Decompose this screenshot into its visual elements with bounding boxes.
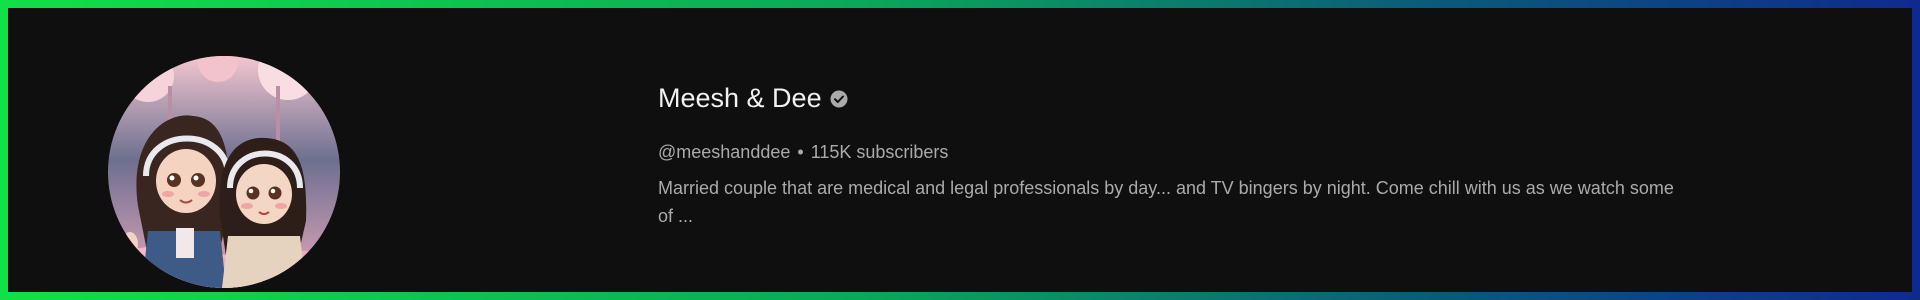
verified-check-icon	[830, 90, 848, 108]
channel-info: Meesh & Dee @meeshanddee • 115K subscriber…	[658, 78, 1674, 230]
channel-header-panel: Meesh & Dee @meeshanddee • 115K subscriber…	[8, 8, 1912, 292]
channel-name-row: Meesh & Dee	[658, 78, 1658, 118]
channel-description[interactable]: Married couple that are medical and lega…	[658, 174, 1678, 230]
subscriber-count: 115K subscribers	[810, 142, 949, 162]
channel-avatar[interactable]	[108, 56, 340, 288]
avatar-illustration	[108, 56, 340, 288]
meta-separator: •	[797, 142, 804, 162]
channel-name[interactable]: Meesh & Dee	[658, 80, 822, 116]
gradient-border-frame: Meesh & Dee @meeshanddee • 115K subscriber…	[0, 0, 1920, 300]
channel-meta: @meeshanddee • 115K subscribers	[658, 140, 1658, 164]
channel-handle: @meeshanddee	[658, 142, 791, 162]
